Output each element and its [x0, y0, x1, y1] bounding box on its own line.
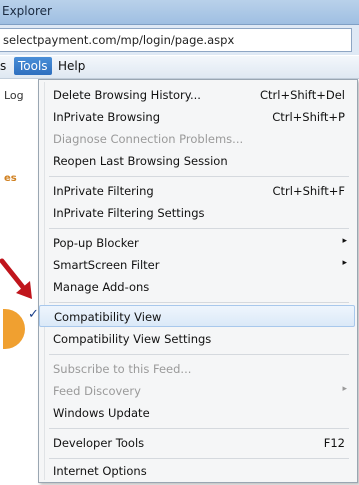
address-bar: selectpayment.com/mp/login/page.aspx: [0, 25, 359, 55]
menu-help[interactable]: Help: [58, 59, 85, 73]
red-arrow-icon: [0, 258, 32, 299]
menu-item-label: Reopen Last Browsing Session: [53, 154, 228, 168]
menu-separator: [49, 458, 349, 459]
menu-view-fragment[interactable]: s: [0, 59, 6, 73]
menu-item-subscribe-feed: Subscribe to this Feed...: [39, 358, 355, 380]
menu-bar: s Tools Help: [0, 56, 359, 79]
menu-item-label: Diagnose Connection Problems...: [53, 132, 244, 146]
menu-item-label: Windows Update: [53, 406, 150, 420]
menu-separator: [49, 228, 349, 229]
menu-separator: [49, 302, 349, 303]
menu-item-smartscreen-filter[interactable]: SmartScreen Filter ▸: [39, 254, 355, 276]
submenu-arrow-icon: ▸: [342, 384, 347, 394]
menu-item-label: SmartScreen Filter: [53, 258, 160, 272]
menu-item-shortcut: Ctrl+Shift+F: [272, 184, 346, 198]
menu-item-manage-addons[interactable]: Manage Add-ons: [39, 276, 355, 298]
page-logo-fragment: es: [4, 173, 17, 184]
submenu-arrow-icon: ▸: [342, 258, 347, 268]
window-title: Explorer: [2, 4, 52, 18]
menu-item-label: Feed Discovery: [53, 384, 141, 398]
menu-item-diagnose-connection: Diagnose Connection Problems...: [39, 128, 355, 150]
menu-item-developer-tools[interactable]: Developer Tools F12: [39, 432, 355, 454]
menu-item-shortcut: F12: [323, 436, 345, 450]
window-title-bar: Explorer: [0, 0, 359, 25]
menu-item-compatibility-view[interactable]: Compatibility View: [39, 305, 355, 327]
menu-item-popup-blocker[interactable]: Pop-up Blocker ▸: [39, 232, 355, 254]
page-orange-graphic: [3, 309, 25, 349]
menu-separator: [49, 428, 349, 429]
menu-item-label: Developer Tools: [53, 436, 145, 450]
menu-item-label: Delete Browsing History...: [53, 88, 201, 102]
menu-separator: [49, 176, 349, 177]
menu-item-label: Manage Add-ons: [53, 280, 150, 294]
menu-item-windows-update[interactable]: Windows Update: [39, 402, 355, 424]
menu-item-feed-discovery: Feed Discovery ▸: [39, 380, 355, 402]
menu-item-label: Pop-up Blocker: [53, 236, 139, 250]
menu-item-shortcut: Ctrl+Shift+P: [272, 110, 345, 124]
submenu-arrow-icon: ▸: [342, 236, 347, 246]
tools-menu: Delete Browsing History... Ctrl+Shift+De…: [38, 79, 358, 483]
menu-item-shortcut: Ctrl+Shift+Del: [260, 88, 345, 102]
menu-item-inprivate-filtering[interactable]: InPrivate Filtering Ctrl+Shift+F: [39, 180, 355, 202]
menu-separator: [49, 354, 349, 355]
menu-item-label: InPrivate Filtering Settings: [53, 206, 205, 220]
menu-item-inprivate-filtering-settings[interactable]: InPrivate Filtering Settings: [39, 202, 355, 224]
menu-item-label: Compatibility View: [54, 310, 162, 324]
menu-item-internet-options[interactable]: Internet Options: [39, 460, 355, 482]
menu-item-label: Compatibility View Settings: [53, 332, 212, 346]
menu-item-reopen-last-session[interactable]: Reopen Last Browsing Session: [39, 150, 355, 172]
address-url: selectpayment.com/mp/login/page.aspx: [3, 33, 235, 47]
menu-item-label: InPrivate Browsing: [53, 110, 161, 124]
menu-tools[interactable]: Tools: [14, 57, 52, 75]
menu-item-label: InPrivate Filtering: [53, 184, 154, 198]
checkmark-icon: ✓: [28, 307, 39, 322]
address-input[interactable]: selectpayment.com/mp/login/page.aspx: [0, 28, 352, 52]
menu-item-compatibility-view-settings[interactable]: Compatibility View Settings: [39, 328, 355, 350]
menu-item-label: Internet Options: [53, 464, 147, 478]
menu-item-delete-browsing-history[interactable]: Delete Browsing History... Ctrl+Shift+De…: [39, 84, 355, 106]
menu-item-label: Subscribe to this Feed...: [53, 362, 192, 376]
menu-item-inprivate-browsing[interactable]: InPrivate Browsing Ctrl+Shift+P: [39, 106, 355, 128]
page-text-fragment: Log: [4, 89, 24, 102]
